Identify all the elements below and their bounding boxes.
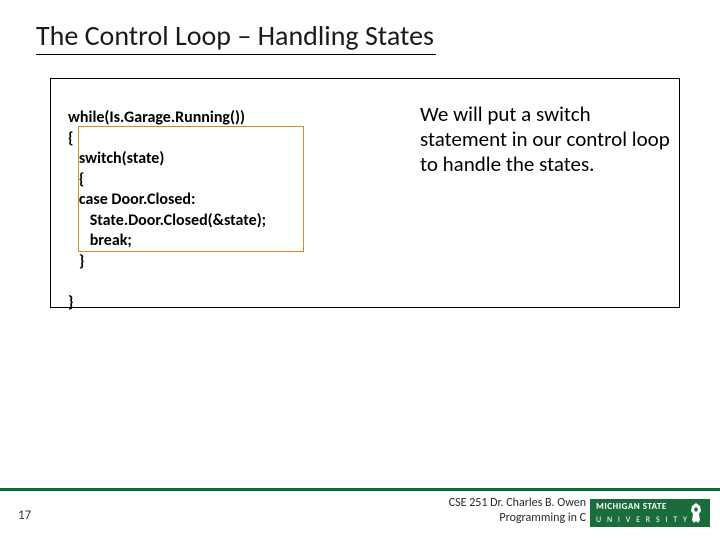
footer-rule — [0, 488, 720, 491]
code-line: { — [68, 170, 84, 189]
code-line: switch(state) — [68, 149, 164, 168]
code-line: } — [68, 293, 74, 312]
code-line: break; — [68, 231, 132, 250]
msu-logo: MICHIGAN STATE U N I V E R S I T Y — [590, 499, 710, 527]
msu-logo-bottom: U N I V E R S I T Y — [596, 515, 689, 525]
title-underline — [36, 54, 436, 55]
code-block: while(Is.Garage.Running()) { switch(stat… — [68, 88, 328, 334]
slide: The Control Loop – Handling States while… — [0, 0, 720, 540]
description-text: We will put a switch statement in our co… — [420, 102, 676, 178]
msu-logo-top: MICHIGAN STATE — [596, 501, 667, 512]
page-number: 17 — [18, 508, 31, 523]
code-line: { — [68, 129, 74, 148]
code-line: while(Is.Garage.Running()) — [68, 108, 245, 127]
footer-credit: CSE 251 Dr. Charles B. Owen Programming … — [449, 496, 586, 526]
footer-line2: Programming in C — [449, 511, 586, 526]
footer-line1: CSE 251 Dr. Charles B. Owen — [449, 496, 586, 511]
slide-title: The Control Loop – Handling States — [36, 18, 434, 53]
code-line: case Door.Closed: — [68, 190, 195, 209]
code-line: State.Door.Closed(&state); — [68, 211, 266, 230]
spartan-icon — [686, 502, 706, 524]
code-line: } — [68, 252, 84, 271]
